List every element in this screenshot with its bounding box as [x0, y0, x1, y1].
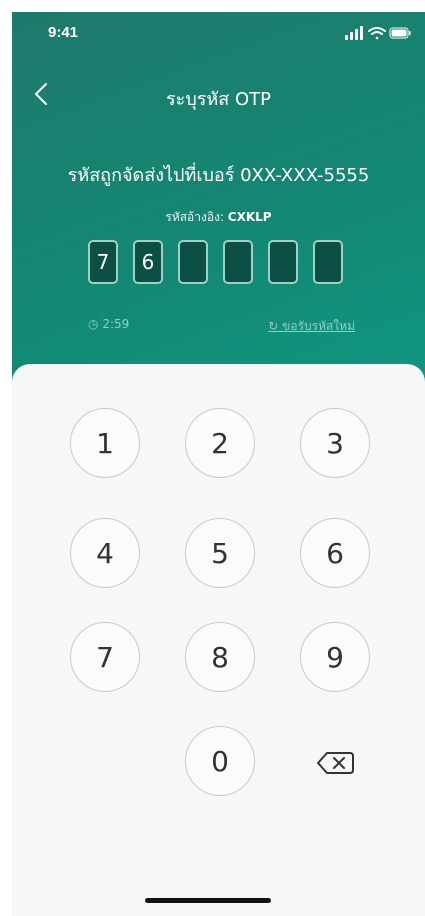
wifi-icon [368, 27, 386, 40]
status-time: 9:41 [48, 24, 79, 41]
key-3[interactable]: 3 [300, 408, 370, 478]
refresh-icon: ↻ [268, 319, 279, 333]
signal-icon [345, 26, 363, 40]
countdown-text: 2:59 [102, 317, 130, 331]
key-0[interactable]: 0 [185, 726, 255, 796]
reference-code: รหัสอ้างอิง: CXKLP [12, 208, 425, 227]
status-bar: 9:41 [12, 12, 425, 56]
reference-value: CXKLP [227, 210, 272, 224]
resend-label: ขอรับรหัสใหม่ [282, 319, 355, 333]
key-7[interactable]: 7 [70, 622, 140, 692]
otp-screen: 9:41 ระบุรหัส OTP รหัสถูกจัดส่งไปที่เบอร… [0, 0, 425, 916]
battery-icon [389, 27, 411, 39]
otp-digit-5[interactable] [268, 240, 298, 284]
otp-digit-3[interactable] [178, 240, 208, 284]
reference-label: รหัสอ้างอิง: [165, 210, 228, 224]
status-icons [345, 26, 411, 40]
otp-digit-1[interactable]: 7 [88, 240, 118, 284]
backspace-icon[interactable] [316, 748, 356, 778]
nav-bar: ระบุรหัส OTP [12, 72, 425, 116]
home-indicator [145, 898, 271, 903]
sent-to-message: รหัสถูกจัดส่งไปที่เบอร์ 0XX-XXX-5555 [67, 165, 370, 186]
otp-actions: ◷ 2:59 ↻ ขอรับรหัสใหม่ [88, 317, 355, 337]
key-1[interactable]: 1 [70, 408, 140, 478]
clock-icon: ◷ [88, 317, 99, 331]
key-4[interactable]: 4 [70, 518, 140, 588]
keypad-sheet: 1 2 3 4 5 6 7 8 9 0 [12, 364, 425, 916]
key-5[interactable]: 5 [185, 518, 255, 588]
page-title: ระบุรหัส OTP [165, 89, 272, 110]
key-2[interactable]: 2 [185, 408, 255, 478]
otp-digit-2[interactable]: 6 [133, 240, 163, 284]
key-6[interactable]: 6 [300, 518, 370, 588]
countdown-timer: ◷ 2:59 [88, 317, 129, 331]
otp-input-group[interactable]: 7 6 [88, 240, 358, 288]
resend-otp-link[interactable]: ↻ ขอรับรหัสใหม่ [268, 317, 355, 336]
otp-digit-4[interactable] [223, 240, 253, 284]
otp-digit-6[interactable] [313, 240, 343, 284]
key-9[interactable]: 9 [300, 622, 370, 692]
key-8[interactable]: 8 [185, 622, 255, 692]
